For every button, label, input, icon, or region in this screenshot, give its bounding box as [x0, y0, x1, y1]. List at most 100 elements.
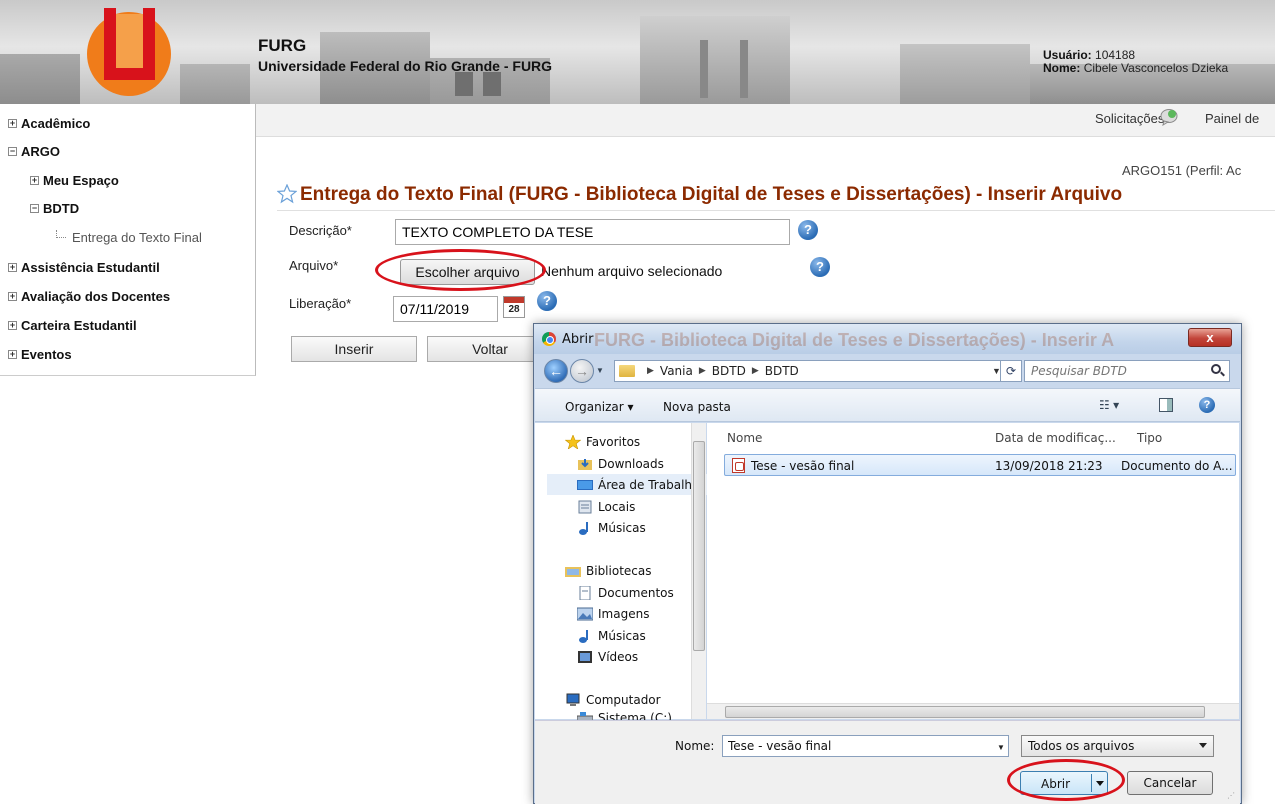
- file-pane-scrollbar[interactable]: [707, 703, 1239, 719]
- column-header-nome[interactable]: Nome: [727, 431, 762, 445]
- chevron-down-icon: [1199, 743, 1207, 748]
- sidebar-item-label: Assistência Estudantil: [21, 259, 160, 275]
- file-type-select[interactable]: Todos os arquivos: [1021, 735, 1214, 757]
- view-options-icon[interactable]: ☷ ▾: [1099, 398, 1119, 412]
- help-icon[interactable]: ?: [537, 291, 557, 311]
- file-row[interactable]: Tese - vesão final 13/09/2018 21:23 Docu…: [724, 454, 1236, 476]
- address-row: ← → ▼ ▶ Vania ▶ BDTD ▶ BDTD ▼ ⟳: [534, 354, 1241, 388]
- column-header-tipo[interactable]: Tipo: [1137, 431, 1162, 445]
- cancel-button[interactable]: Cancelar: [1127, 771, 1213, 795]
- inserir-button[interactable]: Inserir: [291, 336, 417, 362]
- expand-icon[interactable]: +: [8, 349, 17, 359]
- dialog-title: Abrir: [562, 332, 594, 347]
- sidebar-item-avaliacao-docentes[interactable]: + Avaliação dos Docentes: [8, 285, 170, 307]
- institution-title: FURG: [258, 36, 307, 55]
- expand-icon[interactable]: +: [8, 291, 17, 301]
- nav-item-label: Documentos: [598, 585, 674, 600]
- sidebar-item-label: Entrega do Texto Final: [72, 229, 202, 245]
- expand-icon[interactable]: +: [8, 320, 17, 330]
- nav-item-area-de-trabalho[interactable]: Área de Trabalho: [547, 474, 707, 495]
- user-id-value: 104188: [1095, 48, 1136, 62]
- column-headers: Nome Data de modificaç... Tipo: [707, 423, 1239, 451]
- column-header-data[interactable]: Data de modificaç...: [995, 431, 1116, 445]
- chevron-right-icon[interactable]: ▶: [647, 366, 654, 376]
- organizar-menu[interactable]: Organizar ▾: [565, 400, 634, 414]
- resize-grip-icon[interactable]: ⋰: [1227, 791, 1235, 800]
- sidebar-item-entrega-texto-final[interactable]: Entrega do Texto Final: [56, 226, 202, 248]
- expand-icon[interactable]: +: [8, 262, 17, 272]
- sidebar-item-academico[interactable]: + Acadêmico: [8, 112, 90, 134]
- nova-pasta-button[interactable]: Nova pasta: [663, 400, 731, 414]
- nav-item-label: Favoritos: [586, 434, 641, 449]
- sidebar-item-argo[interactable]: − ARGO: [8, 140, 60, 162]
- banner-photo-building: [640, 16, 790, 104]
- help-icon[interactable]: ?: [810, 257, 830, 277]
- institution-subtitle: Universidade Federal do Rio Grande - FUR…: [258, 58, 553, 74]
- nav-item-label: Vídeos: [598, 649, 639, 664]
- furg-logo: [87, 8, 171, 96]
- chevron-down-icon[interactable]: ▼: [997, 743, 1005, 752]
- expand-icon[interactable]: +: [30, 175, 39, 185]
- arquivo-label-text: Arquivo: [289, 258, 334, 273]
- refresh-icon[interactable]: ⟳: [1000, 360, 1022, 382]
- search-icon[interactable]: [1211, 364, 1221, 374]
- banner-photo-window: [740, 40, 748, 98]
- back-arrow-icon[interactable]: ←: [544, 359, 568, 383]
- expand-icon[interactable]: +: [8, 118, 17, 128]
- breadcrumb-segment[interactable]: BDTD: [765, 364, 799, 378]
- nav-item-label: Locais: [598, 499, 636, 514]
- collapse-icon[interactable]: −: [30, 203, 39, 213]
- sidebar-item-carteira-estudantil[interactable]: + Carteira Estudantil: [8, 314, 137, 336]
- preview-pane-icon[interactable]: [1159, 398, 1173, 412]
- open-file-dialog: FURG - Biblioteca Digital de Teses e Dis…: [533, 323, 1242, 804]
- header-banner: FURG Universidade Federal do Rio Grande …: [0, 0, 1275, 104]
- sidebar-item-bdtd[interactable]: − BDTD: [30, 197, 79, 219]
- banner-photo-window: [455, 72, 473, 96]
- file-name-input[interactable]: [722, 735, 1009, 757]
- chevron-right-icon[interactable]: ▶: [699, 366, 706, 376]
- scrollbar-thumb[interactable]: [725, 706, 1205, 718]
- calendar-icon[interactable]: 28: [503, 296, 525, 318]
- solicitacoes-link[interactable]: Solicitações: [1095, 111, 1164, 126]
- sidebar-item-meu-espaco[interactable]: + Meu Espaço: [30, 169, 119, 191]
- help-icon[interactable]: ?: [1199, 397, 1215, 413]
- collapse-icon[interactable]: −: [8, 146, 17, 156]
- history-dropdown-icon[interactable]: ▼: [596, 366, 604, 375]
- sidebar-item-eventos[interactable]: + Eventos: [8, 343, 72, 365]
- liberacao-label-text: Liberação: [289, 296, 347, 311]
- file-date: 13/09/2018 21:23: [995, 459, 1103, 473]
- background-title-ghost: FURG - Biblioteca Digital de Teses e Dis…: [594, 330, 1115, 350]
- pdf-file-icon: [732, 458, 745, 473]
- forward-arrow-icon[interactable]: →: [570, 359, 594, 383]
- nav-item-label: Computador: [586, 692, 661, 707]
- user-info: Usuário: 104188 Nome: Cibele Vasconcelos…: [1043, 49, 1228, 75]
- sidebar-item-assistencia-estudantil[interactable]: + Assistência Estudantil: [8, 256, 160, 278]
- open-button[interactable]: Abrir: [1020, 771, 1108, 795]
- descricao-input[interactable]: [395, 219, 790, 245]
- chevron-right-icon[interactable]: ▶: [752, 366, 759, 376]
- help-icon[interactable]: ?: [798, 220, 818, 240]
- breadcrumb-segment[interactable]: Vania: [660, 364, 693, 378]
- chrome-icon: [542, 332, 556, 346]
- breadcrumb-segment[interactable]: BDTD: [712, 364, 746, 378]
- liberacao-date-input[interactable]: [393, 296, 498, 322]
- heading-divider: [277, 210, 1275, 211]
- documents-icon: [579, 585, 591, 600]
- speech-bubble-icon[interactable]: [1160, 108, 1178, 126]
- banner-photo-building: [0, 54, 80, 104]
- chevron-down-icon[interactable]: [1096, 781, 1104, 786]
- choose-file-button[interactable]: Escolher arquivo: [400, 259, 535, 285]
- painel-link[interactable]: Painel de: [1205, 111, 1259, 126]
- music-icon: [579, 629, 588, 643]
- required-marker: *: [346, 296, 352, 311]
- nav-pane-scrollbar[interactable]: [691, 423, 706, 719]
- close-button[interactable]: x: [1188, 328, 1232, 347]
- banner-photo-building: [180, 64, 250, 104]
- search-input[interactable]: [1024, 360, 1230, 382]
- scrollbar-thumb[interactable]: [693, 441, 705, 651]
- places-icon: [578, 500, 592, 513]
- split-divider: [1091, 774, 1092, 792]
- dialog-title-bar[interactable]: FURG - Biblioteca Digital de Teses e Dis…: [534, 324, 1241, 354]
- address-bar[interactable]: ▶ Vania ▶ BDTD ▶ BDTD: [614, 360, 1012, 382]
- file-list-pane: Nome Data de modificaç... Tipo Tese - ve…: [707, 423, 1239, 719]
